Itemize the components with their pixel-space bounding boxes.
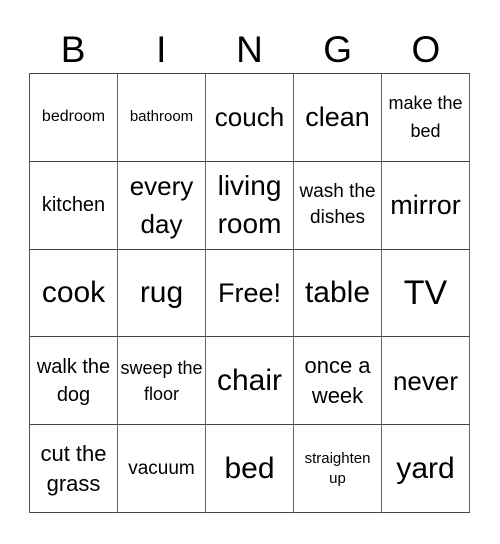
bingo-cell[interactable]: make the bed <box>382 74 470 162</box>
cell-text: rug <box>139 275 184 309</box>
cell-text: table <box>304 275 371 309</box>
bingo-cell[interactable]: chair <box>206 337 294 426</box>
cell-text: cut the grass <box>40 440 107 496</box>
cell-text: TV <box>403 273 448 312</box>
bingo-cell[interactable]: table <box>294 249 382 338</box>
cell-text: every day <box>129 171 194 240</box>
cell-text: mirror <box>390 190 461 221</box>
header-letter-n: N <box>236 29 263 70</box>
cell-text: clean <box>305 102 370 133</box>
cell-text: sweep the floor <box>120 357 203 404</box>
cell-text: walk the dog <box>36 355 111 406</box>
bingo-header: B I N G O <box>29 28 470 72</box>
bingo-cell[interactable]: cook <box>30 249 118 338</box>
bingo-cell[interactable]: never <box>382 337 470 426</box>
cell-text: wash the dishes <box>299 181 376 229</box>
cell-text: bed <box>224 451 275 485</box>
header-letter-o: O <box>411 29 441 70</box>
bingo-cell[interactable]: straighten up <box>294 425 382 513</box>
free-cell[interactable]: Free! <box>206 249 294 338</box>
cell-text: vacuum <box>128 458 195 480</box>
bingo-cell[interactable]: mirror <box>382 161 470 250</box>
cell-text: living room <box>217 170 282 240</box>
header-letter-i: I <box>156 29 167 70</box>
bingo-cell[interactable]: wash the dishes <box>294 161 382 250</box>
bingo-cell[interactable]: once a week <box>294 337 382 426</box>
cell-text: make the bed <box>388 93 463 142</box>
bingo-cell[interactable]: living room <box>206 161 294 250</box>
bingo-cell[interactable]: every day <box>118 161 206 250</box>
cell-text: never <box>392 365 459 396</box>
bingo-cell[interactable]: kitchen <box>30 161 118 250</box>
cell-text: bedroom <box>41 108 106 126</box>
bingo-cell[interactable]: cut the grass <box>30 425 118 513</box>
bingo-cell[interactable]: vacuum <box>118 425 206 513</box>
bingo-cell[interactable]: yard <box>382 425 470 513</box>
bingo-cell[interactable]: TV <box>382 249 470 338</box>
cell-text: yard <box>396 451 455 485</box>
bingo-cell[interactable]: couch <box>206 74 294 162</box>
bingo-cell[interactable]: rug <box>118 249 206 338</box>
header-letter-b: B <box>60 29 86 70</box>
bingo-cell[interactable]: bedroom <box>30 74 118 162</box>
cell-text: couch <box>214 102 285 133</box>
bingo-cell[interactable]: sweep the floor <box>118 337 206 426</box>
bingo-cell[interactable]: bathroom <box>118 74 206 162</box>
bingo-cell[interactable]: walk the dog <box>30 337 118 426</box>
header-letter-g: G <box>323 29 353 70</box>
bingo-grid: bedroom bathroom couch clean make the be… <box>29 73 470 513</box>
bingo-cell[interactable]: bed <box>206 425 294 513</box>
cell-text: Free! <box>217 277 282 308</box>
cell-text: bathroom <box>129 108 194 126</box>
cell-text: once a week <box>304 352 371 408</box>
cell-text: straighten up <box>304 449 371 487</box>
cell-text: chair <box>216 363 283 397</box>
cell-text: cook <box>41 275 106 309</box>
cell-text: kitchen <box>41 193 106 216</box>
bingo-cell[interactable]: clean <box>294 74 382 162</box>
